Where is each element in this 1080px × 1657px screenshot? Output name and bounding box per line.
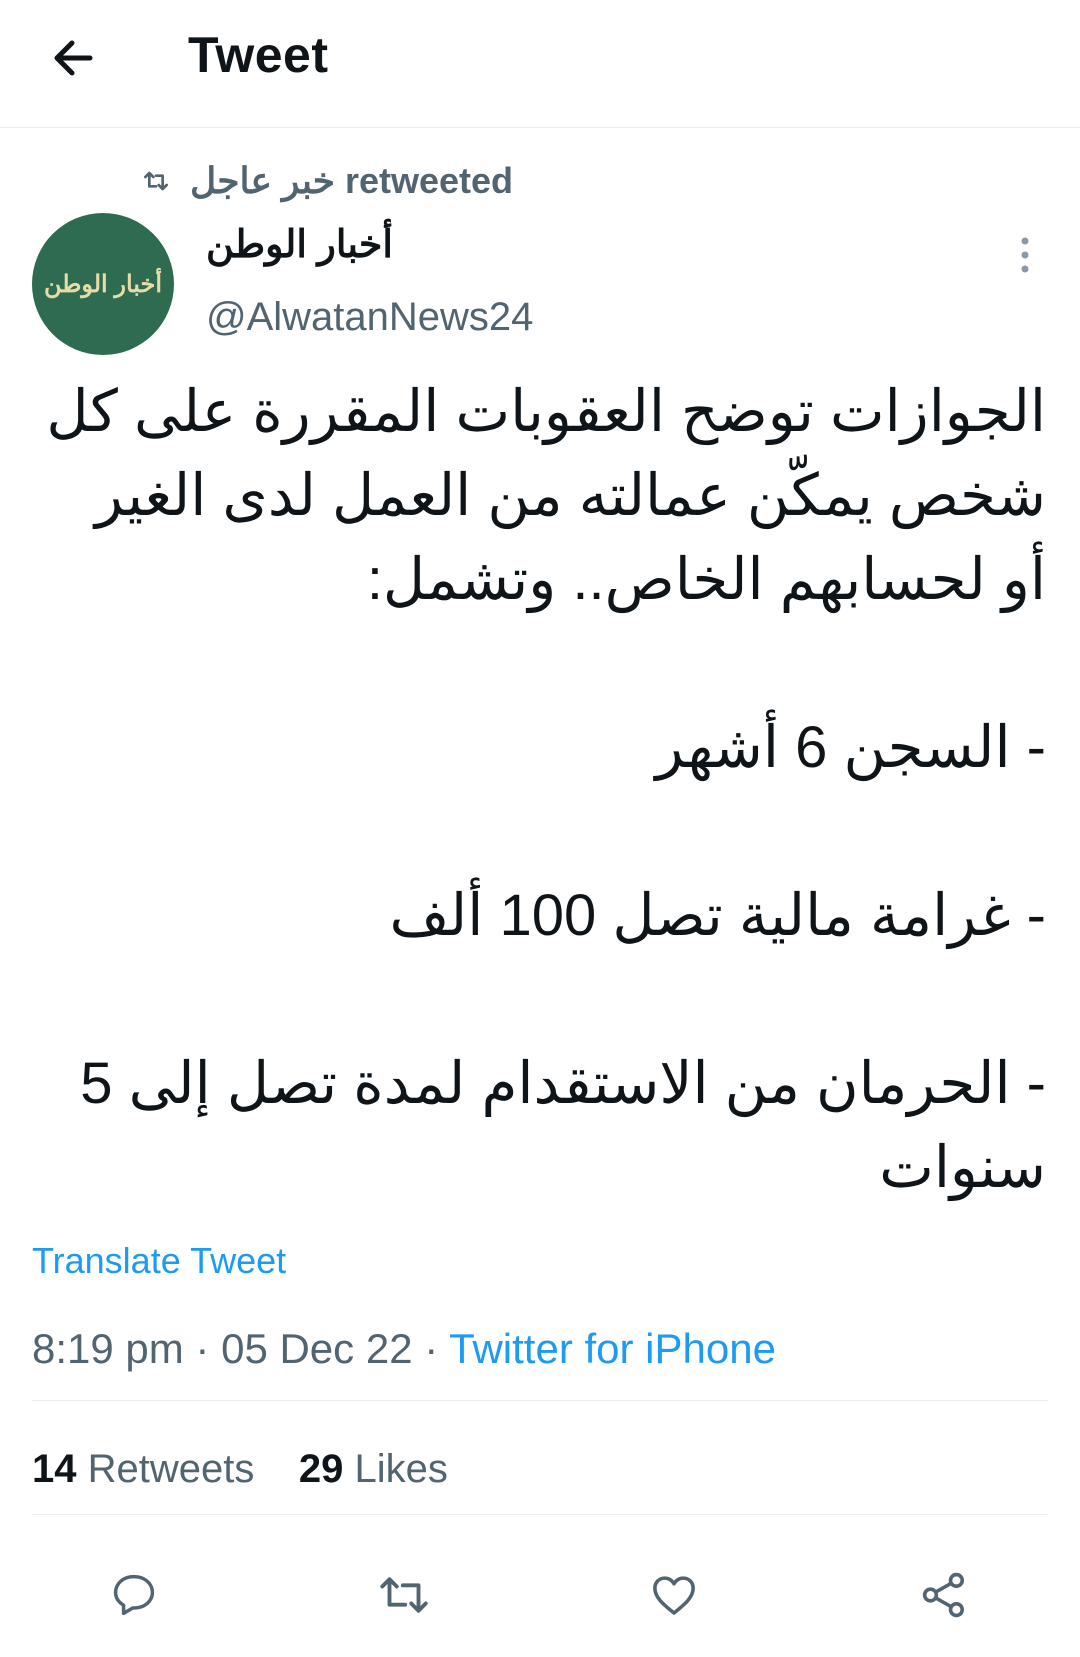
retweets-label: Retweets [87,1447,255,1491]
more-vertical-icon [1021,237,1029,273]
retweets-stat[interactable]: 14 Retweets [32,1447,254,1491]
avatar[interactable]: أخبار الوطن [32,213,174,355]
likes-stat[interactable]: 29 Likes [299,1447,448,1491]
reply-icon [113,1574,155,1616]
meta-separator: · [183,1325,222,1372]
divider [32,1514,1048,1515]
meta-separator: · [412,1325,450,1372]
retweet-context: خبر عاجل retweeted [140,158,513,204]
share-icon [922,1572,965,1618]
like-button[interactable] [639,1560,709,1630]
more-options-button[interactable] [1010,234,1040,276]
back-button[interactable] [44,28,104,88]
arrow-left-icon [54,40,93,76]
engagement-stats: 14 Retweets 29 Likes [32,1447,448,1492]
retweet-context-label[interactable]: خبر عاجل retweeted [190,160,513,202]
tweet-time[interactable]: 8:19 pm [32,1325,184,1372]
author-handle[interactable]: @AlwatanNews24 [206,295,533,340]
retweet-icon [144,171,168,191]
avatar-text: أخبار الوطن [43,270,163,298]
retweet-icon [380,1577,428,1613]
translate-tweet-link[interactable]: Translate Tweet [32,1240,286,1282]
action-bar [0,1560,1080,1630]
likes-label: Likes [354,1447,448,1491]
retweets-count: 14 [32,1447,77,1491]
tweet-client-link[interactable]: Twitter for iPhone [449,1325,776,1372]
top-bar: Tweet [0,0,1080,128]
divider [32,1400,1048,1401]
share-button[interactable] [909,1560,979,1630]
tweet-text: الجوازات توضح العقوبات المقررة على كل شخ… [46,379,1046,1200]
page-title: Tweet [188,27,329,83]
reply-button[interactable] [99,1560,169,1630]
tweet-date[interactable]: 05 Dec 22 [221,1325,412,1372]
likes-count: 29 [298,1447,344,1491]
author-name[interactable]: أخبار الوطن [206,222,393,267]
like-icon [653,1576,695,1615]
retweet-button[interactable] [369,1560,439,1630]
tweet-metadata: 8:19 pm · 05 Dec 22 · Twitter for iPhone [32,1325,776,1373]
